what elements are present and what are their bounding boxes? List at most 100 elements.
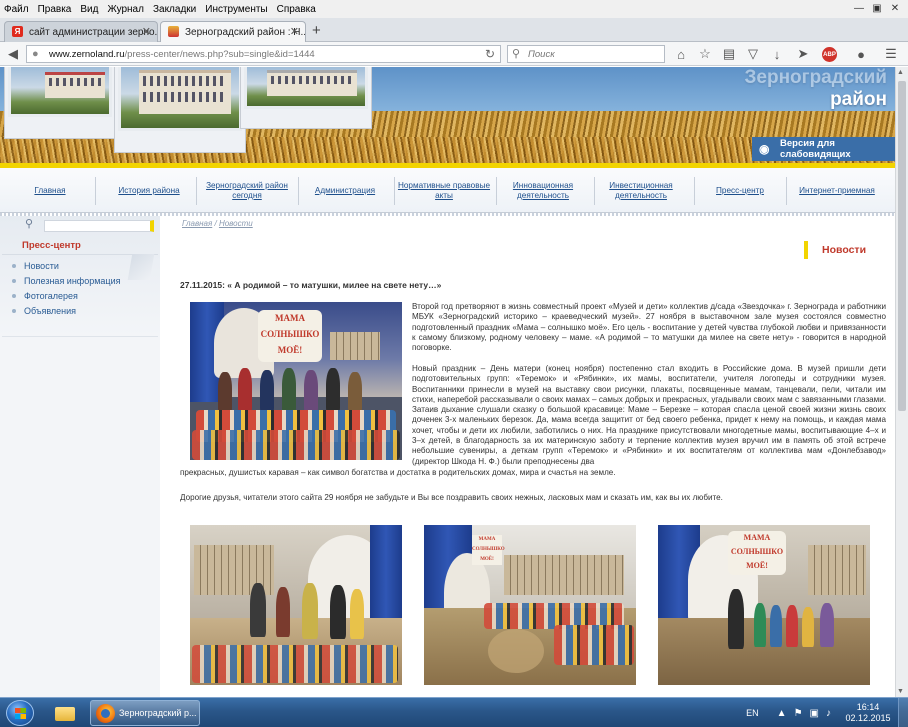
scroll-down-icon[interactable]: ▼ (897, 688, 904, 695)
chat-icon[interactable]: ● (852, 45, 870, 63)
flag-icon[interactable]: ⚑ (794, 708, 803, 719)
scrollbar-thumb[interactable] (898, 81, 906, 411)
explorer-taskbar-button[interactable] (48, 701, 80, 725)
reading-list-icon[interactable]: ▤ (720, 45, 738, 63)
nav-divider (496, 177, 497, 205)
low-vision-label: Версия для слабовидящих (780, 138, 851, 160)
page-scrollbar[interactable]: ▲ ▼ (895, 67, 908, 697)
taskbar-window-title: Зерноградский р... (119, 708, 197, 718)
sidebar-item-news[interactable]: Новости (12, 261, 59, 271)
main-content: Главная / Новости Новости 27.11.2015: « … (160, 216, 895, 697)
search-icon[interactable]: ⚲ (25, 217, 33, 230)
download-icon[interactable]: ↓ (768, 45, 786, 63)
menu-history[interactable]: Журнал (107, 4, 144, 15)
clock[interactable]: 16:14 02.12.2015 (838, 702, 898, 724)
home-icon[interactable]: ⌂ (672, 45, 690, 63)
folder-icon (55, 707, 75, 721)
low-vision-version-button[interactable]: ◉ Версия для слабовидящих (752, 137, 895, 161)
article-photo[interactable]: МАМА СОЛНЫШКО МОЁ! (190, 302, 402, 460)
sidebar-item-label: Объявления (24, 306, 77, 316)
breadcrumb: Главная / Новости (182, 219, 253, 228)
article-paragraph-2-tail: прекрасных, душистых каравая – как симво… (180, 468, 616, 477)
window-controls: — ▣ ✕ (850, 1, 904, 15)
menu-view[interactable]: Вид (80, 4, 98, 15)
tab-zernoland[interactable]: Зерноградский район : Н... ✕ (160, 21, 306, 42)
bullet-icon (12, 294, 16, 298)
globe-icon: ● (32, 48, 39, 60)
nav-home[interactable]: Главная (18, 168, 82, 213)
tab-title: Зерноградский район : Н... (185, 26, 306, 38)
minimize-icon[interactable]: — (850, 1, 868, 15)
search-input[interactable] (528, 48, 648, 60)
adblock-icon[interactable]: ABP (822, 47, 837, 62)
sidebar-item-useful-info[interactable]: Полезная информация (12, 276, 120, 286)
nav-history[interactable]: История района (112, 168, 186, 213)
nav-divider (95, 177, 96, 205)
nav-district-today[interactable]: Зерноградский район сегодня (200, 168, 294, 213)
reload-icon[interactable]: ↻ (485, 47, 495, 61)
nav-divider (196, 177, 197, 205)
nav-legal-acts[interactable]: Нормативные правовые акты (396, 168, 492, 213)
menu-bookmarks[interactable]: Закладки (153, 4, 196, 15)
breadcrumb-home[interactable]: Главная (182, 219, 212, 228)
monitor-icon[interactable]: ▣ (810, 708, 819, 719)
page-viewport: Зерноградский район ◉ Версия для слабови… (0, 67, 895, 697)
search-bar[interactable]: ⚲ (507, 45, 665, 63)
tab-yandex[interactable]: Я сайт администрации зерно... ✕ (4, 21, 158, 42)
new-tab-icon[interactable]: + (312, 22, 321, 39)
menu-tools[interactable]: Инструменты (205, 4, 267, 15)
sidebar-item-label: Полезная информация (24, 276, 121, 286)
bookmark-star-icon[interactable]: ☆ (696, 45, 714, 63)
photo-banner-text: МАМА СОЛНЫШКО МОЁ! (728, 531, 786, 575)
sidebar: ⚲ Пресс-центр Новости Полезная информаци… (0, 216, 160, 697)
menu-help[interactable]: Справка (277, 4, 316, 15)
photo-banner-text: МАМА СОЛНЫШКО МОЁ! (258, 310, 322, 362)
tray-arrow-icon[interactable]: ▲ (777, 708, 787, 719)
menu-file[interactable]: Файл (4, 4, 29, 15)
breadcrumb-separator: / (212, 219, 219, 228)
language-indicator[interactable]: EN (746, 708, 759, 718)
sidebar-item-label: Фотогалерея (24, 291, 78, 301)
site-search-input[interactable] (44, 220, 154, 232)
sidebar-item-announcements[interactable]: Объявления (12, 306, 76, 316)
firefox-taskbar-button[interactable]: Зерноградский р... (90, 700, 200, 726)
article-paragraph-2: Новый праздник – День матери (конец нояб… (412, 364, 886, 466)
sidebar-item-label: Новости (24, 261, 59, 271)
close-icon[interactable]: ✕ (886, 1, 904, 15)
nav-divider (594, 177, 595, 205)
nav-innovation[interactable]: Инновационная деятельность (500, 168, 586, 213)
clock-time: 16:14 (856, 702, 880, 712)
scroll-up-icon[interactable]: ▲ (897, 69, 904, 76)
article-paragraph-1: Второй год претворяют в жизнь совместный… (412, 302, 886, 353)
sidebar-item-photo-gallery[interactable]: Фотогалерея (12, 291, 78, 301)
nav-investment[interactable]: Инвестиционная деятельность (598, 168, 684, 213)
tab-close-icon[interactable]: ✕ (290, 25, 299, 38)
nav-internet-reception[interactable]: Интернет-приемная (790, 168, 884, 213)
send-icon[interactable]: ➤ (794, 45, 812, 63)
menu-edit[interactable]: Правка (38, 4, 72, 15)
nav-press-center[interactable]: Пресс-центр (700, 168, 780, 213)
gallery-photo-2[interactable]: МАМА СОЛНЫШКО МОЁ! (424, 525, 636, 685)
bullet-icon (12, 279, 16, 283)
tab-bar: Я сайт администрации зерно... ✕ Зерногра… (0, 18, 908, 42)
gallery-photo-3[interactable]: МАМА СОЛНЫШКО МОЁ! (658, 525, 870, 685)
volume-icon[interactable]: ♪ (826, 708, 831, 719)
back-icon[interactable]: ◀ (4, 45, 22, 63)
breadcrumb-current[interactable]: Новости (219, 219, 253, 228)
news-headline: 27.11.2015: « А родимой – то матушки, ми… (180, 280, 442, 290)
bullet-icon (12, 309, 16, 313)
sidebar-title: Пресс-центр (22, 240, 81, 251)
start-button[interactable] (6, 700, 34, 726)
menu-bar: Файл Правка Вид Журнал Закладки Инструме… (0, 0, 908, 18)
gallery-photo-1[interactable] (190, 525, 402, 685)
maximize-icon[interactable]: ▣ (868, 1, 886, 15)
nav-administration[interactable]: Администрация (304, 168, 386, 213)
show-desktop-button[interactable] (898, 698, 908, 727)
pocket-icon[interactable]: ▽ (744, 45, 762, 63)
district-title-line1: Зерноградский (744, 67, 888, 88)
nav-bar: ◀ ● www.zernoland.ru/press-center/news.p… (0, 42, 908, 66)
tab-close-icon[interactable]: ✕ (142, 25, 151, 38)
hamburger-menu-icon[interactable]: ☰ (882, 45, 900, 63)
url-bar[interactable]: ● www.zernoland.ru/press-center/news.php… (26, 45, 501, 63)
url-host: www.zernoland.ru (49, 48, 125, 60)
